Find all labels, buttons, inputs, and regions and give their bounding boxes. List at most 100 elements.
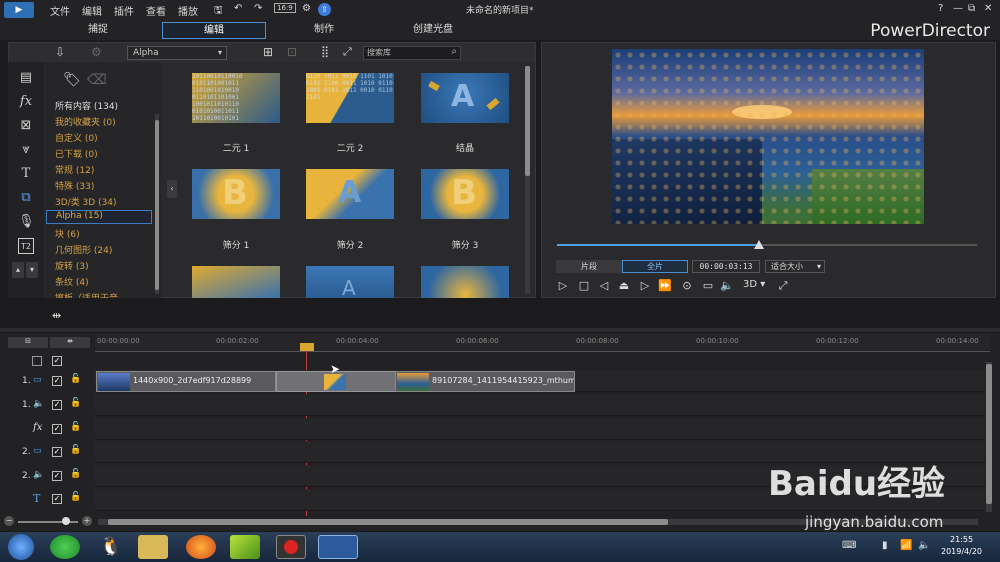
effect-track[interactable] xyxy=(95,418,985,440)
chevron-up-icon[interactable]: ▴ xyxy=(12,262,24,278)
media-app-icon[interactable] xyxy=(230,535,260,559)
category-item[interactable]: 块 (6) xyxy=(55,227,80,240)
preview-video[interactable] xyxy=(612,49,924,224)
collapse-panel-icon[interactable]: ‹ xyxy=(167,180,177,198)
redo-icon[interactable]: ↷ xyxy=(254,3,262,14)
record-icon[interactable] xyxy=(276,535,306,559)
category-item[interactable]: 3D/类 3D (34) xyxy=(55,195,117,208)
menu-play[interactable]: 播放 xyxy=(178,3,198,18)
fit-dropdown[interactable]: 适合大小 ▾ xyxy=(765,260,825,273)
track-checkbox[interactable]: ✓ xyxy=(52,400,62,410)
title-room-icon[interactable]: T xyxy=(18,166,34,182)
particle-room-icon[interactable]: ⩔ xyxy=(18,142,34,158)
track-checkbox[interactable]: ✓ xyxy=(52,376,62,386)
powerdirector-taskbar-icon[interactable] xyxy=(318,535,358,559)
settings-gear-icon[interactable]: ⚙ xyxy=(302,3,311,14)
snapshot-icon[interactable]: ⊙ xyxy=(680,279,694,292)
lock-icon[interactable]: 🔓 xyxy=(70,492,81,502)
start-button-icon[interactable] xyxy=(8,534,34,560)
menu-view[interactable]: 查看 xyxy=(146,3,166,18)
help-icon[interactable]: ? xyxy=(938,3,943,14)
thumbnail-binary-1[interactable]: 10110010110010 0101101001011 11010010100… xyxy=(192,73,280,123)
pip-room-icon[interactable]: ⊠ xyxy=(18,118,34,134)
expand-icon[interactable]: ⤢ xyxy=(343,45,352,59)
timeline-vertical-scroll-thumb[interactable] xyxy=(986,364,992,504)
media-room-icon[interactable]: ▤ xyxy=(18,70,34,86)
video-clip-1[interactable]: 1440x900_2d7edf917d28899 xyxy=(96,371,276,392)
lock-icon[interactable]: 🔓 xyxy=(70,445,81,455)
thumbnail-partial[interactable] xyxy=(192,266,280,298)
previous-frame-icon[interactable]: ◁ xyxy=(597,279,611,292)
track-manager-icon[interactable]: ⊟ xyxy=(8,337,48,348)
category-item[interactable]: 自定义 (0) xyxy=(55,131,98,144)
movie-mode-button[interactable]: 全片 xyxy=(622,260,688,273)
all-tracks-toggle[interactable] xyxy=(32,356,42,366)
category-item[interactable]: 条纹 (4) xyxy=(55,275,89,288)
restore-icon[interactable]: ⧉ xyxy=(968,3,975,14)
tab-edit[interactable]: 编辑 xyxy=(162,22,266,39)
track-checkbox[interactable]: ✓ xyxy=(52,447,62,457)
thumbnail-sift-2[interactable]: A xyxy=(306,169,394,219)
category-item[interactable]: 常规 (12) xyxy=(55,163,94,176)
zoom-out-icon[interactable]: − xyxy=(4,516,14,526)
thumbnail-partial[interactable]: A xyxy=(306,266,394,298)
filter-dropdown[interactable]: Alpha ▾ xyxy=(127,46,227,60)
plugin-icon[interactable]: ⚙ xyxy=(91,45,102,59)
add-to-timeline-icon[interactable]: ⊞ xyxy=(263,45,273,59)
undock-icon[interactable]: ⤢ xyxy=(776,279,790,293)
fast-forward-icon[interactable]: ⏩ xyxy=(658,279,672,292)
remove-tag-icon[interactable]: ⌫ xyxy=(87,72,107,88)
category-item[interactable]: 特殊 (33) xyxy=(55,179,94,192)
category-item[interactable]: 旋转 (3) xyxy=(55,259,89,272)
thumbnail-partial[interactable] xyxy=(421,266,509,298)
transition-room-icon[interactable]: ⧉ xyxy=(18,190,34,206)
video-clip-2[interactable]: 89107284_1411954415923_mthum xyxy=(395,371,575,392)
zoom-in-icon[interactable]: + xyxy=(82,516,92,526)
thumbnail-sift-3[interactable]: B xyxy=(421,169,509,219)
thumbnail-scroll-thumb[interactable] xyxy=(525,66,530,176)
minimize-icon[interactable]: — xyxy=(953,3,963,14)
tab-capture[interactable]: 捕捉 xyxy=(68,22,128,39)
category-item[interactable]: 所有内容 (134) xyxy=(55,99,118,112)
folder-icon[interactable] xyxy=(138,535,168,559)
menu-plugins[interactable]: 插件 xyxy=(114,3,134,18)
audio-track-1[interactable] xyxy=(95,394,985,416)
all-tracks-checkbox[interactable]: ✓ xyxy=(52,356,62,366)
search-input[interactable]: 搜索库 ⌕ xyxy=(363,46,461,60)
chevron-down-icon[interactable]: ▾ xyxy=(26,262,38,278)
category-item[interactable]: 擦板（适用于音... xyxy=(55,291,127,298)
update-icon[interactable]: ⇪ xyxy=(318,3,331,16)
grid-view-icon[interactable]: ⣿ xyxy=(321,45,329,58)
thumbnail-crystal[interactable]: A xyxy=(421,73,509,123)
menu-file[interactable]: 文件 xyxy=(50,3,70,18)
qq-icon[interactable]: 🐧 xyxy=(96,535,126,559)
fit-timeline-icon[interactable]: ⇹ xyxy=(52,309,61,322)
subtitle-icon[interactable]: ▭ xyxy=(701,279,715,292)
save-icon[interactable]: 🖫 xyxy=(214,3,223,20)
timecode-display[interactable]: 00:00:03:13 xyxy=(692,260,760,273)
stop-icon[interactable]: □ xyxy=(577,279,591,292)
fx-room-icon[interactable]: fx xyxy=(18,94,34,110)
split-icon[interactable]: ⏏ xyxy=(617,279,631,292)
subtitle-room-icon[interactable]: T2 xyxy=(18,238,34,254)
close-icon[interactable]: ✕ xyxy=(984,3,992,14)
import-icon[interactable]: ⇩ xyxy=(55,45,65,59)
playhead-marker[interactable] xyxy=(300,343,314,351)
seek-knob[interactable] xyxy=(753,240,764,249)
microphone-icon[interactable]: 🎙 xyxy=(18,214,35,230)
track-checkbox[interactable]: ✓ xyxy=(52,424,62,434)
category-item[interactable]: 几何图形 (24) xyxy=(55,243,112,256)
3d-mode-button[interactable]: 3D ▾ xyxy=(743,279,765,290)
next-frame-icon[interactable]: ▷ xyxy=(638,279,652,292)
volume-icon[interactable]: 🔈 xyxy=(720,279,734,292)
app-icon[interactable] xyxy=(50,535,80,559)
undo-icon[interactable]: ↶ xyxy=(234,3,242,14)
lock-icon[interactable]: 🔓 xyxy=(70,422,81,432)
thumbnail-sift-1[interactable]: B xyxy=(192,169,280,219)
add-tag-icon[interactable]: 🏷 xyxy=(63,72,81,88)
lock-icon[interactable]: 🔓 xyxy=(70,374,81,384)
category-item[interactable]: 已下载 (0) xyxy=(55,147,98,160)
firefox-icon[interactable] xyxy=(186,535,216,559)
track-checkbox[interactable]: ✓ xyxy=(52,471,62,481)
track-checkbox[interactable]: ✓ xyxy=(52,494,62,504)
